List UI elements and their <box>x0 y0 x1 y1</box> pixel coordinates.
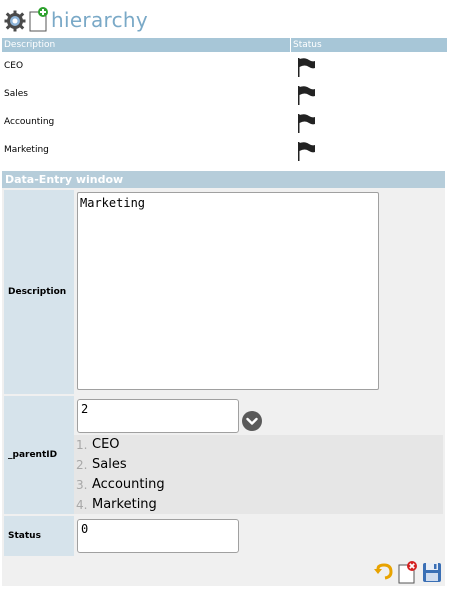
option-label: Sales <box>92 457 127 472</box>
list-item[interactable]: 2. Sales <box>76 455 443 475</box>
list-item[interactable]: 4. Marketing <box>76 495 443 515</box>
save-icon[interactable] <box>421 560 443 584</box>
gear-icon[interactable] <box>4 10 26 32</box>
option-label: Accounting <box>92 477 165 492</box>
option-number: 1. <box>76 438 88 452</box>
description-label: Description <box>4 190 74 394</box>
option-number: 2. <box>76 458 88 472</box>
row-description: CEO <box>4 61 24 71</box>
row-description: Sales <box>4 89 28 99</box>
list-row[interactable]: Accounting <box>2 108 447 136</box>
parent-id-label: _parentID <box>4 396 74 514</box>
status-label: Status <box>4 516 74 556</box>
list-row[interactable]: Marketing <box>2 136 447 164</box>
row-description: Accounting <box>4 117 55 127</box>
form-actions <box>373 560 443 584</box>
status-input[interactable]: 0 <box>77 519 239 553</box>
flag-icon[interactable] <box>295 56 317 78</box>
page-title: hierarchy <box>51 8 149 32</box>
delete-document-icon[interactable] <box>397 560 419 584</box>
list-item[interactable]: 1. CEO <box>76 435 443 455</box>
app-header: hierarchy <box>4 4 148 32</box>
list-row[interactable]: Sales <box>2 80 447 108</box>
records-list: Description Status CEO Sales Accounting … <box>2 38 447 164</box>
chevron-down-icon[interactable] <box>242 411 262 431</box>
column-header-description[interactable]: Description <box>2 38 291 52</box>
row-description: Marketing <box>4 145 49 155</box>
parent-id-input[interactable]: 2 <box>77 399 239 433</box>
list-header: Description Status <box>2 38 447 52</box>
option-label: CEO <box>92 437 120 452</box>
option-label: Marketing <box>92 497 157 512</box>
new-document-icon[interactable] <box>28 6 50 32</box>
list-row[interactable]: CEO <box>2 52 447 80</box>
parent-options-list: 1. CEO 2. Sales 3. Accounting 4. Marketing <box>74 435 443 514</box>
panel-title: Data-Entry window <box>2 171 445 188</box>
flag-icon[interactable] <box>295 112 317 134</box>
column-header-status[interactable]: Status <box>291 38 322 52</box>
flag-icon[interactable] <box>295 84 317 106</box>
option-number: 4. <box>76 498 88 512</box>
undo-icon[interactable] <box>373 560 395 584</box>
flag-icon[interactable] <box>295 140 317 162</box>
list-item[interactable]: 3. Accounting <box>76 475 443 495</box>
option-number: 3. <box>76 478 88 492</box>
data-entry-panel: Data-Entry window Description Marketing … <box>2 171 445 586</box>
description-textarea[interactable]: Marketing <box>77 192 379 390</box>
